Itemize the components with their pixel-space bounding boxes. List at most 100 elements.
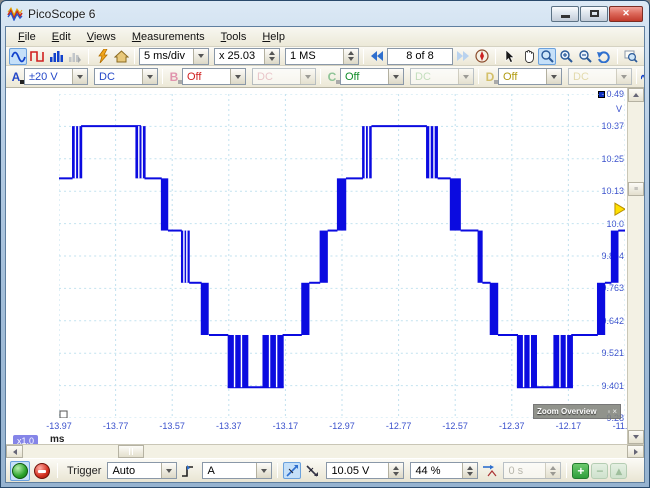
waveform-plot[interactable] [59,94,625,418]
x-tick-label: -13.37 [216,421,242,431]
vertical-scrollbar[interactable]: ≡ [627,88,644,444]
zoom-overview-panel[interactable]: Zoom Overview ◦ × [533,404,621,419]
zoom-in-button[interactable] [557,48,575,65]
prev-buffer-button[interactable] [368,48,386,65]
trigger-source-select[interactable]: A [202,462,273,479]
chevron-down-icon[interactable] [388,69,403,84]
channel-b-chip[interactable]: B [167,70,182,84]
menu-item-tools[interactable]: Tools [213,29,255,45]
window-title: PicoScope 6 [28,6,96,21]
horizontal-scrollbar[interactable] [6,444,644,458]
zoom-overview-title: Zoom Overview [537,407,597,416]
menu-item-help[interactable]: Help [254,29,293,45]
buffer-navigator-button[interactable] [473,48,491,65]
stepper-arrows-icon[interactable] [343,48,358,64]
stepper-arrows-icon[interactable] [388,463,404,478]
buffer-index-box[interactable]: 8 of 8 [387,47,453,65]
falling-edge-icon [306,464,319,477]
x-tick-label: -12.37 [499,421,525,431]
falling-edge-button[interactable] [303,462,321,479]
home-settings-button[interactable] [112,48,130,65]
stepper-arrows-icon[interactable] [264,48,279,64]
marquee-zoom-button[interactable] [538,47,556,65]
chevron-down-icon[interactable] [72,69,87,84]
pin-icon[interactable]: ◦ [607,407,610,416]
trigger-delay-button[interactable] [480,462,498,479]
x-tick-label: -13.97 [46,421,72,431]
minimize-button[interactable] [551,5,579,22]
trigger-source-value: A [207,464,215,477]
chevron-down-icon [458,69,473,84]
channel-c-coupling-select: DC [410,68,474,85]
maximize-button[interactable] [580,5,608,22]
pretrigger-stepper[interactable]: 44 % [410,462,479,479]
menu-item-measurements[interactable]: Measurements [124,29,213,45]
menu-item-edit[interactable]: Edit [44,29,79,45]
scroll-down-icon[interactable] [628,430,644,444]
chevron-down-icon[interactable] [193,48,208,64]
start-capture-button[interactable] [10,460,30,481]
stepper-arrows-icon[interactable] [462,463,478,478]
hand-icon [524,50,534,63]
timebase-value: 5 ms/div [144,50,185,62]
app-icon [7,6,23,21]
title-bar[interactable]: PicoScope 6 ✕ [1,1,649,26]
scroll-left-icon[interactable] [6,445,23,458]
home-icon [113,49,129,62]
channel-a-range-select[interactable]: ±20 V [24,68,88,85]
rising-edge-button[interactable] [283,462,302,479]
pretrigger-value: 44 % [415,464,441,477]
persistence-options-button [66,48,84,65]
menu-bar: File Edit Views Measurements Tools Help [6,27,644,47]
chevron-down-icon[interactable] [546,69,561,84]
zoom-overview-button[interactable] [622,48,640,65]
persistence-mode-button[interactable] [47,48,65,65]
chevron-down-icon[interactable] [161,463,177,478]
x-tick-label: -13.77 [102,421,129,431]
undo-zoom-button[interactable] [595,48,613,65]
advanced-trigger-button[interactable] [179,462,197,479]
stop-capture-button[interactable] [32,461,52,481]
histogram-icon [49,50,63,62]
trigger-mode-select[interactable]: Auto [107,462,178,479]
timebase-select[interactable]: 5 ms/div [139,47,209,65]
samples-stepper[interactable]: 1 MS [285,47,359,65]
chevron-down-icon[interactable] [230,69,245,84]
close-icon[interactable]: × [612,407,617,416]
scroll-right-icon[interactable] [627,445,644,458]
channel-c-chip[interactable]: C [325,70,340,84]
channel-b-range-select[interactable]: Off [182,68,246,85]
math-channels-button[interactable]: M [641,71,644,83]
zoom-factor-stepper[interactable]: x 25.03 [214,47,280,65]
spectrum-mode-button[interactable] [28,48,46,65]
scroll-up-icon[interactable] [628,88,644,102]
channel-a-coupling-select[interactable]: DC [94,68,158,85]
zoom-out-icon [579,50,592,63]
channel-d-range-select[interactable]: Off [498,68,562,85]
x-tick-label: -12.17 [555,421,582,431]
close-button[interactable]: ✕ [609,5,643,22]
normal-selection-button[interactable] [500,48,518,65]
zoom-out-button[interactable] [576,48,594,65]
signal-generator-button[interactable] [93,48,111,65]
scope-mode-button[interactable] [9,47,27,65]
chevron-down-icon[interactable] [256,463,272,478]
stepper-arrows-icon [545,463,561,478]
horizontal-scroll-thumb[interactable] [118,445,144,458]
hand-tool-button[interactable] [519,48,537,65]
lightning-icon [97,49,108,63]
vertical-scroll-thumb[interactable]: ≡ [628,182,644,196]
menu-item-file[interactable]: File [10,29,44,45]
main-toolbar: 5 ms/div x 25.03 1 MS 8 of 8 [6,47,644,66]
trigger-level-stepper[interactable]: 10.05 V [326,462,405,479]
delay-value: 0 s [508,464,524,477]
menu-item-views[interactable]: Views [79,29,124,45]
scope-view[interactable]: 0.4910.3710.2510.1310.09.8849.7639.6429.… [6,88,627,444]
channel-c-range-select[interactable]: Off [340,68,404,85]
channel-d-chip[interactable]: D [483,70,498,84]
remove-measurement-button: − [591,462,609,479]
chevron-down-icon[interactable] [142,69,157,84]
chevron-down-icon [300,69,315,84]
channel-a-chip[interactable]: A [9,70,24,84]
add-measurement-button[interactable]: + [572,462,590,479]
